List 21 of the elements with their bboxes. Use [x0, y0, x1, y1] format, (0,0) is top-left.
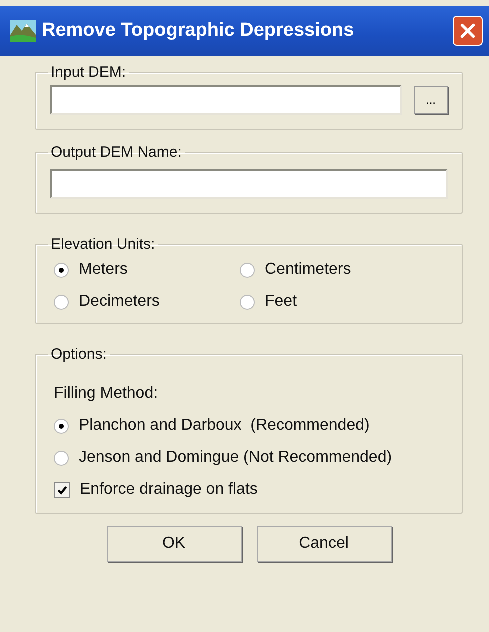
radio-option[interactable]: Planchon and Darboux (Recommended): [50, 417, 448, 435]
mountain-icon: [10, 20, 36, 42]
group-label: Input DEM:: [50, 64, 128, 81]
radio-option[interactable]: Meters: [54, 261, 240, 279]
group-label: Options:: [50, 346, 108, 363]
close-button[interactable]: [453, 16, 483, 46]
field-label: Filling Method:: [53, 385, 160, 403]
radio-option[interactable]: Centimeters: [240, 261, 448, 279]
input-field[interactable]: [50, 169, 448, 199]
window-title: Remove Topographic Depressions: [42, 20, 356, 42]
ok-button[interactable]: OK: [106, 526, 242, 562]
radio-option[interactable]: Feet: [240, 293, 448, 311]
group-label: Elevation Units:: [50, 236, 156, 253]
radio-option[interactable]: Jenson and Domingue (Not Recommended): [50, 449, 448, 467]
group-label: Output DEM Name:: [50, 144, 183, 161]
close-icon: [459, 22, 477, 40]
browse-button[interactable]: ...: [414, 86, 448, 114]
input-field[interactable]: [50, 85, 402, 115]
radio-option[interactable]: Decimeters: [54, 293, 240, 311]
cancel-button[interactable]: Cancel: [256, 526, 392, 562]
checkbox-option[interactable]: Enforce drainage on flats: [50, 481, 448, 499]
